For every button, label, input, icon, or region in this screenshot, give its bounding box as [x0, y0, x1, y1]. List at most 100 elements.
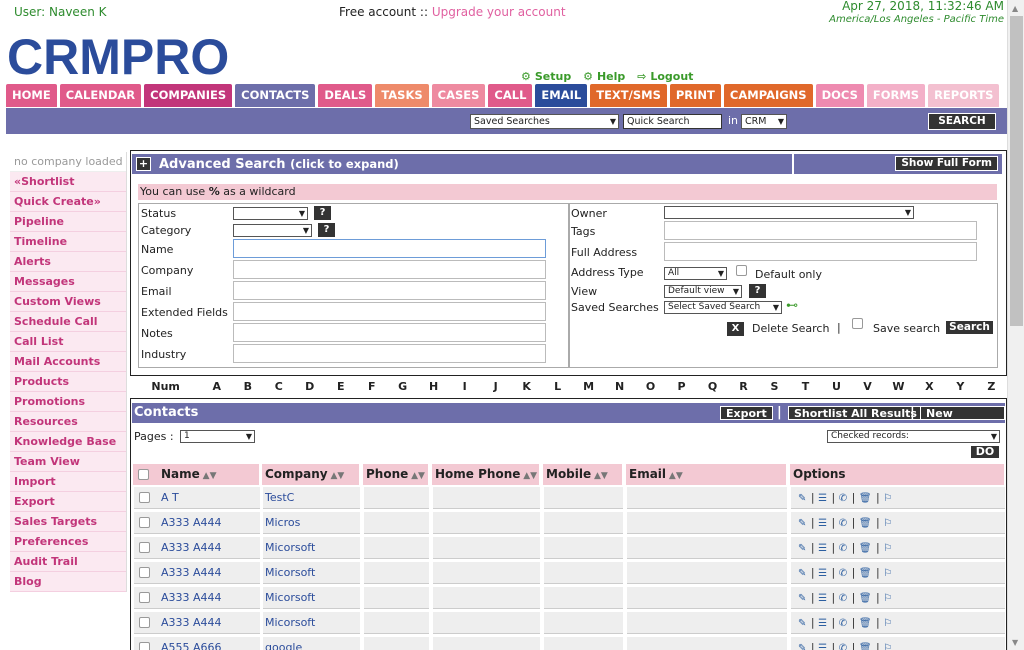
sidebar-item-schedule-call[interactable]: Schedule Call: [10, 312, 126, 332]
column-header-email[interactable]: Email ▲▼: [626, 464, 786, 485]
sidebar-item-messages[interactable]: Messages: [10, 272, 126, 292]
alpha-filter-p[interactable]: P: [666, 380, 697, 395]
alpha-filter-y[interactable]: Y: [945, 380, 976, 395]
alpha-filter-num[interactable]: Num: [130, 380, 201, 395]
delete-search-link[interactable]: Delete Search: [752, 322, 829, 335]
flag-icon[interactable]: ⚐: [883, 643, 893, 650]
edit-icon[interactable]: ✎: [798, 543, 807, 554]
trash-icon[interactable]: 🗑: [859, 543, 873, 554]
row-checkbox[interactable]: [139, 617, 150, 628]
export-button[interactable]: Export: [720, 406, 773, 420]
saved-search-select[interactable]: Select Saved Search: [664, 301, 782, 314]
company-link[interactable]: Micorsoft: [263, 537, 360, 559]
list-icon[interactable]: ☰: [818, 518, 828, 529]
sidebar-item-promotions[interactable]: Promotions: [10, 392, 126, 412]
sidebar-item-resources[interactable]: Resources: [10, 412, 126, 432]
sidebar-item-export[interactable]: Export: [10, 492, 126, 512]
list-icon[interactable]: ☰: [818, 593, 828, 604]
tab-docs[interactable]: DOCS: [815, 84, 864, 107]
alpha-filter-r[interactable]: R: [728, 380, 759, 395]
edit-icon[interactable]: ✎: [798, 568, 807, 579]
tab-deals[interactable]: DEALS: [318, 84, 373, 107]
status-help-button[interactable]: ?: [314, 206, 331, 220]
alpha-filter-n[interactable]: N: [604, 380, 635, 395]
advanced-search-header[interactable]: + Advanced Search (click to expand): [132, 154, 792, 174]
phone-icon[interactable]: ✆: [839, 493, 848, 504]
company-link[interactable]: google: [263, 637, 360, 650]
sidebar-item-products[interactable]: Products: [10, 372, 126, 392]
company-link[interactable]: Micorsoft: [263, 587, 360, 609]
phone-icon[interactable]: ✆: [839, 543, 848, 554]
scroll-up-icon[interactable]: ▲: [1012, 4, 1018, 13]
sidebar-item-knowledge-base[interactable]: Knowledge Base: [10, 432, 126, 452]
select-all-checkbox[interactable]: [138, 469, 149, 480]
sidebar-item-call-list[interactable]: Call List: [10, 332, 126, 352]
tags-input[interactable]: [664, 221, 977, 240]
sort-icon[interactable]: ▲▼: [520, 471, 537, 481]
flag-icon[interactable]: ⚐: [883, 493, 893, 504]
phone-icon[interactable]: ✆: [839, 593, 848, 604]
contact-name-link[interactable]: A333 A444: [159, 512, 260, 534]
sort-icon[interactable]: ▲▼: [666, 471, 683, 481]
tab-contacts[interactable]: CONTACTS: [235, 84, 316, 107]
flag-icon[interactable]: ⚐: [883, 593, 893, 604]
column-header-company[interactable]: Company ▲▼: [262, 464, 359, 485]
edit-icon[interactable]: ✎: [798, 643, 807, 650]
edit-icon[interactable]: ✎: [798, 593, 807, 604]
column-header-phone[interactable]: Phone ▲▼: [363, 464, 428, 485]
sidebar-item-quick-create[interactable]: Quick Create»: [10, 192, 126, 212]
row-checkbox[interactable]: [139, 592, 150, 603]
setup-icon[interactable]: ⚙: [521, 70, 531, 83]
help-link[interactable]: Help: [597, 70, 625, 83]
alpha-filter-w[interactable]: W: [883, 380, 914, 395]
tab-campaigns[interactable]: CAMPAIGNS: [723, 84, 813, 107]
saved-searches-select[interactable]: Saved Searches: [470, 114, 619, 129]
notes-input[interactable]: [233, 323, 546, 342]
extended-fields-input[interactable]: [233, 302, 546, 321]
help-icon[interactable]: ⚙: [583, 70, 593, 83]
trash-icon[interactable]: 🗑: [859, 593, 873, 604]
alpha-filter-u[interactable]: U: [821, 380, 852, 395]
company-link[interactable]: Micorsoft: [263, 562, 360, 584]
list-icon[interactable]: ☰: [818, 568, 828, 579]
checked-records-select[interactable]: Checked records:: [827, 430, 1000, 443]
tab-companies[interactable]: COMPANIES: [144, 84, 233, 107]
category-select[interactable]: [233, 224, 312, 237]
tab-email[interactable]: EMAIL: [535, 84, 588, 107]
sidebar-item-audit-trail[interactable]: Audit Trail: [10, 552, 126, 572]
view-select[interactable]: Default view: [664, 285, 742, 298]
do-button[interactable]: DO: [970, 445, 1000, 459]
sort-icon[interactable]: ▲▼: [200, 471, 217, 481]
alpha-filter-a[interactable]: A: [201, 380, 232, 395]
shortlist-all-button[interactable]: Shortlist All Results: [788, 406, 923, 420]
phone-icon[interactable]: ✆: [839, 518, 848, 529]
sidebar-item-preferences[interactable]: Preferences: [10, 532, 126, 552]
status-select[interactable]: [233, 207, 308, 220]
tab-reports[interactable]: REPORTS: [928, 84, 1000, 107]
company-input[interactable]: [233, 260, 546, 279]
sidebar-item-custom-views[interactable]: Custom Views: [10, 292, 126, 312]
column-header-name[interactable]: Name ▲▼: [158, 464, 259, 485]
alpha-filter-s[interactable]: S: [759, 380, 790, 395]
list-icon[interactable]: ☰: [818, 618, 828, 629]
trash-icon[interactable]: 🗑: [859, 568, 873, 579]
tab-calendar[interactable]: CALENDAR: [59, 84, 142, 107]
tab-home[interactable]: HOME: [6, 84, 57, 107]
name-input[interactable]: [233, 239, 546, 258]
flag-icon[interactable]: ⚐: [883, 518, 893, 529]
alpha-filter-v[interactable]: V: [852, 380, 883, 395]
row-checkbox[interactable]: [139, 642, 150, 650]
delete-search-icon[interactable]: X: [727, 322, 744, 336]
alpha-filter-b[interactable]: B: [232, 380, 263, 395]
contact-name-link[interactable]: A333 A444: [159, 612, 260, 634]
edit-icon[interactable]: ✎: [798, 518, 807, 529]
column-header-home-phone[interactable]: Home Phone ▲▼: [432, 464, 539, 485]
owner-select[interactable]: [664, 206, 914, 219]
full-address-input[interactable]: [664, 242, 977, 261]
flag-icon[interactable]: ⚐: [883, 543, 893, 554]
trash-icon[interactable]: 🗑: [859, 493, 873, 504]
alpha-filter-c[interactable]: C: [263, 380, 294, 395]
sidebar-item-pipeline[interactable]: Pipeline: [10, 212, 126, 232]
contact-name-link[interactable]: A333 A444: [159, 537, 260, 559]
phone-icon[interactable]: ✆: [839, 643, 848, 650]
